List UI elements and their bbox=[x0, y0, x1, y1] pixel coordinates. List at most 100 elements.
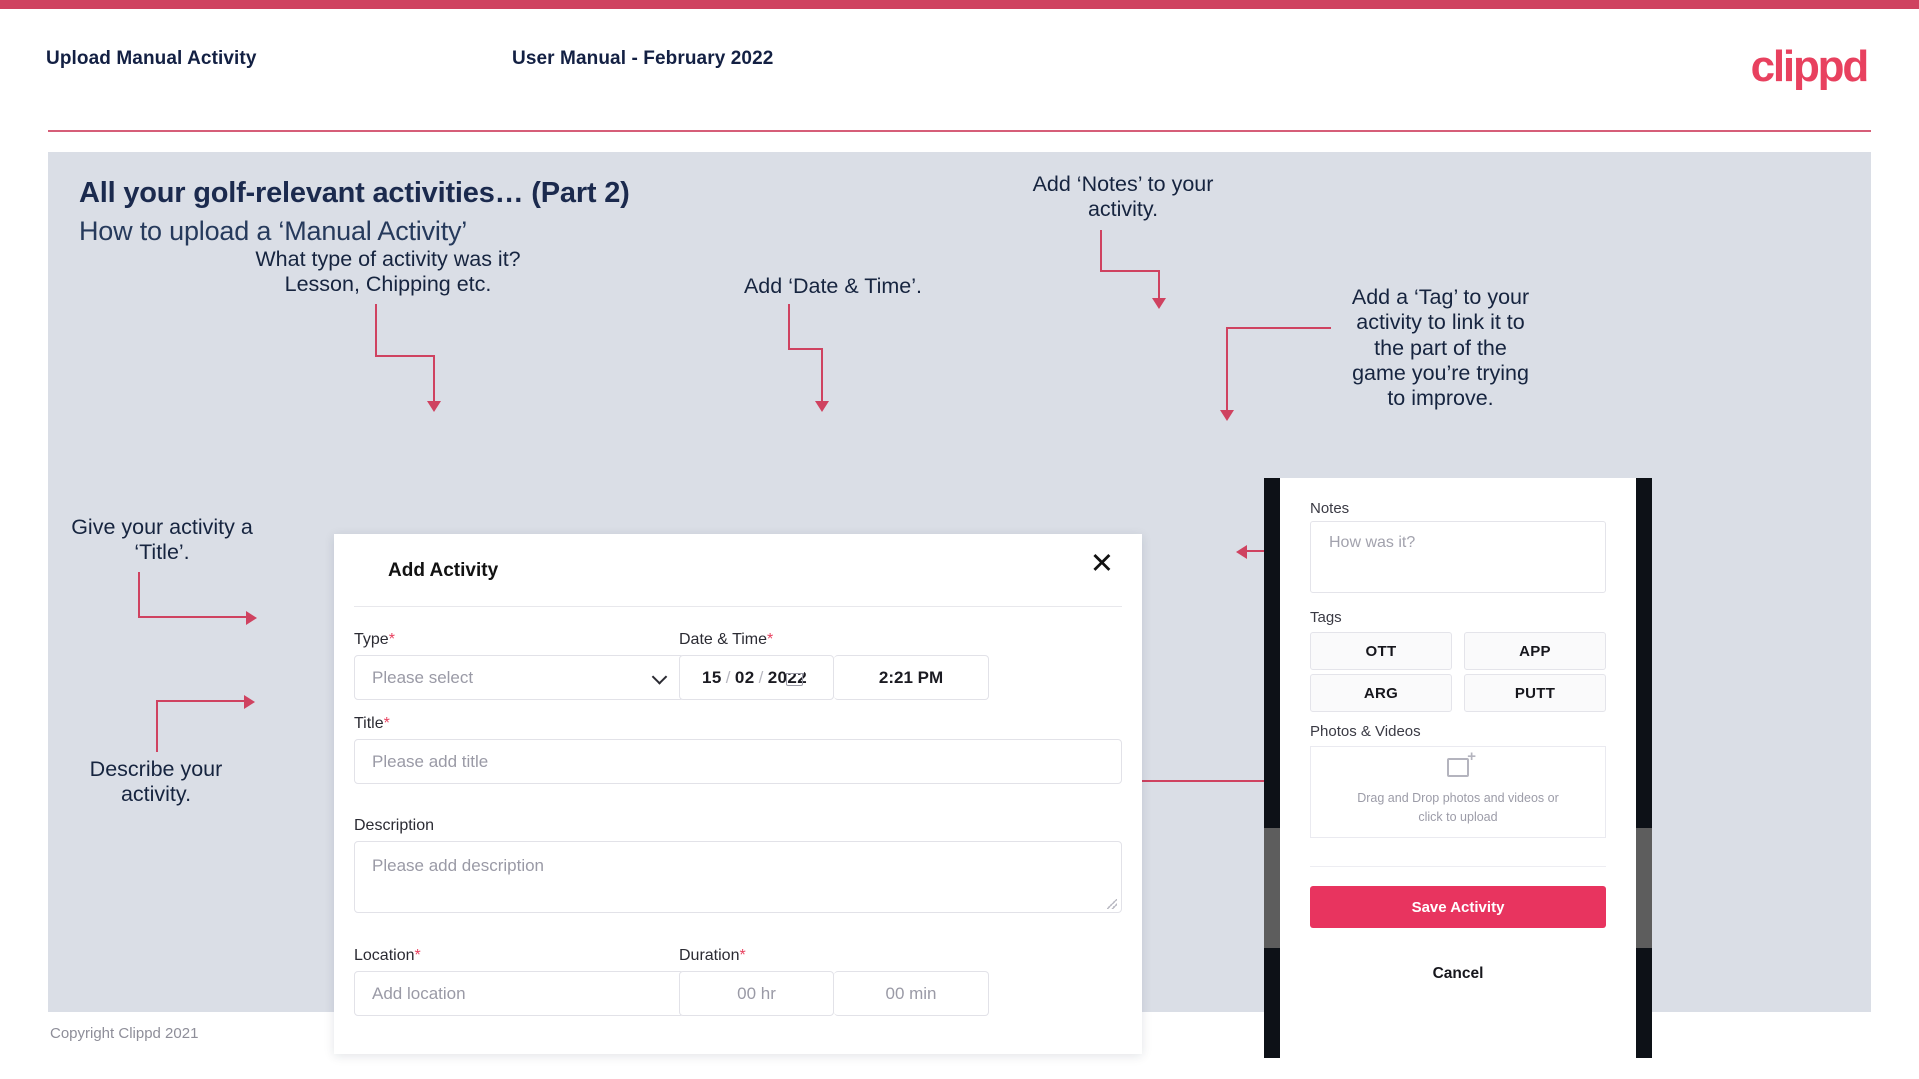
connector-upload-arrow bbox=[1236, 545, 1247, 559]
type-label: Type* bbox=[354, 631, 395, 649]
date-time-label: Date & Time* bbox=[679, 631, 773, 649]
cancel-button[interactable]: Cancel bbox=[1280, 965, 1636, 983]
title-required-mark: * bbox=[383, 715, 390, 732]
clippd-logo: clippd bbox=[1750, 42, 1870, 91]
tags-label: Tags bbox=[1310, 609, 1342, 626]
date-sep-2: / bbox=[758, 667, 764, 687]
phone-side-button-right bbox=[1636, 828, 1652, 948]
location-input[interactable]: Add location bbox=[354, 971, 684, 1016]
type-select[interactable]: Please select bbox=[354, 655, 684, 700]
phone-bezel-left bbox=[1264, 478, 1280, 1058]
connector-type-h bbox=[375, 355, 435, 357]
dropzone-text: Drag and Drop photos and videos or click… bbox=[1357, 790, 1559, 824]
page-subtitle: How to upload a ‘Manual Activity’ bbox=[79, 216, 468, 246]
connector-title-arrow bbox=[246, 611, 257, 625]
location-placeholder: Add location bbox=[372, 983, 466, 1003]
connector-type-v1 bbox=[375, 304, 377, 356]
duration-hours-placeholder: 00 hr bbox=[737, 983, 776, 1003]
top-accent-bar bbox=[0, 0, 1919, 9]
connector-tags-v bbox=[1226, 327, 1228, 412]
annotation-title: Give your activity a ‘Title’. bbox=[71, 515, 253, 565]
footer-copyright: Copyright Clippd 2021 bbox=[50, 1025, 199, 1042]
calendar-icon[interactable] bbox=[785, 668, 804, 686]
header-divider bbox=[48, 130, 1871, 132]
connector-title-h bbox=[138, 616, 248, 618]
time-input[interactable]: 2:21 PM bbox=[834, 655, 989, 700]
phone-screen: Notes How was it? Tags OTT APP ARG PUTT … bbox=[1280, 478, 1636, 1058]
header-left-title: Upload Manual Activity bbox=[46, 48, 257, 69]
type-placeholder: Please select bbox=[372, 667, 474, 687]
date-input[interactable]: 15/02/2022 bbox=[679, 655, 834, 700]
annotation-type: What type of activity was it? Lesson, Ch… bbox=[255, 247, 521, 297]
title-label-text: Title bbox=[354, 715, 384, 732]
annotation-description: Describe your activity. bbox=[89, 757, 223, 807]
description-textarea[interactable]: Please add description bbox=[354, 841, 1122, 913]
page-title: All your golf-relevant activities… (Part… bbox=[79, 177, 630, 209]
date-month: 02 bbox=[734, 667, 755, 687]
title-label: Title* bbox=[354, 715, 390, 733]
date-day: 15 bbox=[702, 667, 722, 687]
type-required-mark: * bbox=[388, 631, 395, 648]
duration-hours-input[interactable]: 00 hr bbox=[679, 971, 834, 1016]
duration-required-mark: * bbox=[739, 947, 746, 964]
connector-notes-v1 bbox=[1100, 230, 1102, 272]
connector-desc-arrow bbox=[244, 695, 255, 709]
duration-label: Duration* bbox=[679, 947, 746, 965]
notes-textarea[interactable]: How was it? bbox=[1310, 521, 1606, 593]
connector-date-arrow bbox=[815, 401, 829, 412]
connector-date-v1 bbox=[788, 304, 790, 349]
slide-canvas-root: Upload Manual Activity User Manual - Feb… bbox=[0, 0, 1919, 1079]
close-icon[interactable]: ✕ bbox=[1090, 550, 1114, 579]
photos-videos-label: Photos & Videos bbox=[1310, 723, 1421, 740]
description-placeholder: Please add description bbox=[372, 856, 545, 875]
annotation-date-time: Add ‘Date & Time’. bbox=[743, 274, 923, 298]
add-activity-dialog: Add Activity ✕ Type* Please select Date … bbox=[334, 534, 1142, 1054]
tag-ott[interactable]: OTT bbox=[1310, 632, 1452, 670]
connector-notes-v2 bbox=[1158, 270, 1160, 300]
slide-body: All your golf-relevant activities… (Part… bbox=[48, 152, 1871, 1058]
connector-type-arrow bbox=[427, 401, 441, 412]
connector-title-v bbox=[138, 572, 140, 618]
dialog-title: Add Activity bbox=[388, 560, 499, 581]
time-value: 2:21 PM bbox=[878, 667, 944, 687]
date-time-label-text: Date & Time bbox=[679, 631, 768, 648]
description-label: Description bbox=[354, 817, 435, 834]
notes-placeholder: How was it? bbox=[1329, 534, 1416, 551]
chevron-down-icon bbox=[651, 668, 668, 685]
header-center-title: User Manual - February 2022 bbox=[512, 48, 774, 69]
date-time-required-mark: * bbox=[767, 631, 774, 648]
duration-minutes-placeholder: 00 min bbox=[885, 983, 937, 1003]
connector-tags-arrow bbox=[1220, 410, 1234, 421]
annotation-tags: Add a ‘Tag’ to your activity to link it … bbox=[1351, 285, 1530, 411]
phone-mockup: Notes How was it? Tags OTT APP ARG PUTT … bbox=[1264, 478, 1652, 1058]
image-upload-icon bbox=[1447, 748, 1476, 777]
page-header: Upload Manual Activity User Manual - Feb… bbox=[0, 9, 1919, 132]
phone-side-button-left bbox=[1264, 828, 1280, 948]
connector-type-v2 bbox=[433, 355, 435, 403]
connector-notes-h bbox=[1100, 270, 1160, 272]
connector-date-v2 bbox=[821, 348, 823, 403]
connector-notes-arrow bbox=[1152, 298, 1166, 309]
title-input[interactable]: Please add title bbox=[354, 739, 1122, 784]
title-placeholder: Please add title bbox=[372, 751, 489, 771]
photo-dropzone[interactable]: Drag and Drop photos and videos or click… bbox=[1310, 746, 1606, 838]
tag-putt[interactable]: PUTT bbox=[1464, 674, 1606, 712]
tag-arg[interactable]: ARG bbox=[1310, 674, 1452, 712]
phone-divider bbox=[1310, 866, 1606, 867]
notes-label: Notes bbox=[1310, 500, 1350, 517]
connector-date-h bbox=[788, 348, 823, 350]
duration-minutes-input[interactable]: 00 min bbox=[834, 971, 989, 1016]
annotation-notes: Add ‘Notes’ to your activity. bbox=[1032, 172, 1214, 222]
connector-save-h bbox=[1120, 780, 1285, 782]
location-required-mark: * bbox=[414, 947, 421, 964]
resize-handle-icon[interactable] bbox=[1107, 899, 1117, 909]
connector-desc-v bbox=[156, 700, 158, 752]
save-activity-button[interactable]: Save Activity bbox=[1310, 886, 1606, 928]
phone-bezel-right bbox=[1636, 478, 1652, 1058]
location-label-text: Location bbox=[354, 947, 415, 964]
location-label: Location* bbox=[354, 947, 421, 965]
tag-app[interactable]: APP bbox=[1464, 632, 1606, 670]
duration-label-text: Duration bbox=[679, 947, 740, 964]
dialog-divider bbox=[354, 606, 1122, 607]
date-sep-1: / bbox=[725, 667, 731, 687]
